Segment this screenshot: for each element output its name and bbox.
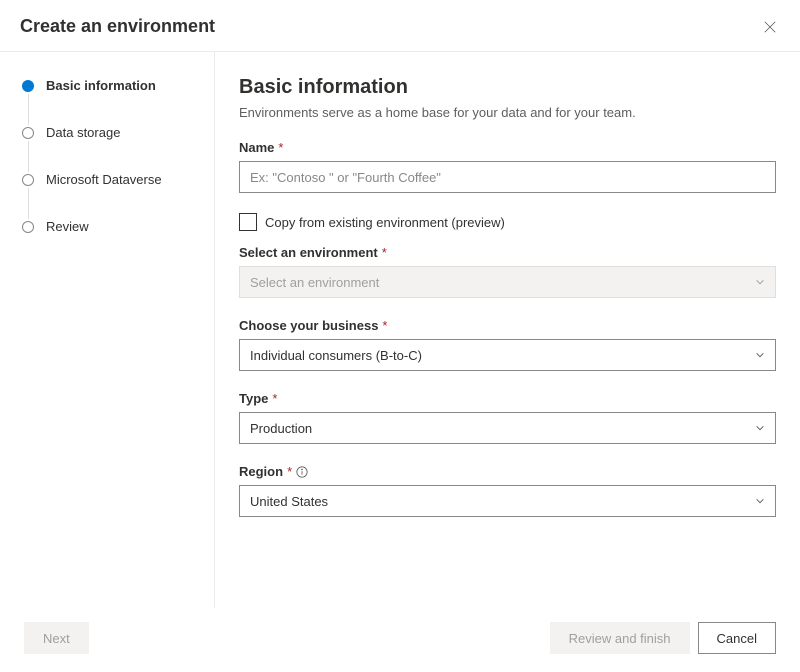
copy-from-existing-checkbox[interactable]: Copy from existing environment (preview): [239, 213, 776, 231]
section-subtitle: Environments serve as a home base for yo…: [239, 105, 776, 120]
required-asterisk: *: [272, 391, 277, 406]
step-marker-icon: [22, 80, 34, 92]
step-review[interactable]: Review: [22, 219, 198, 234]
dropdown-value: United States: [250, 494, 328, 509]
type-label: Type*: [239, 391, 776, 406]
chevron-down-icon: [755, 423, 765, 433]
checkbox-label: Copy from existing environment (preview): [265, 215, 505, 230]
name-label: Name*: [239, 140, 776, 155]
business-label: Choose your business*: [239, 318, 776, 333]
close-icon: [763, 20, 777, 34]
chevron-down-icon: [755, 277, 765, 287]
step-basic-information[interactable]: Basic information: [22, 78, 198, 125]
chevron-down-icon: [755, 496, 765, 506]
panel-title: Create an environment: [20, 16, 215, 37]
name-input[interactable]: [239, 161, 776, 193]
next-button: Next: [24, 622, 89, 654]
type-dropdown[interactable]: Production: [239, 412, 776, 444]
checkbox-icon: [239, 213, 257, 231]
required-asterisk: *: [278, 140, 283, 155]
review-and-finish-button: Review and finish: [550, 622, 690, 654]
chevron-down-icon: [755, 350, 765, 360]
cancel-button[interactable]: Cancel: [698, 622, 776, 654]
step-data-storage[interactable]: Data storage: [22, 125, 198, 172]
step-microsoft-dataverse[interactable]: Microsoft Dataverse: [22, 172, 198, 219]
wizard-steps-sidebar: Basic information Data storage Microsoft…: [0, 52, 215, 608]
dropdown-value: Individual consumers (B-to-C): [250, 348, 422, 363]
required-asterisk: *: [382, 245, 387, 260]
select-environment-dropdown: Select an environment: [239, 266, 776, 298]
step-label: Basic information: [46, 78, 156, 93]
business-dropdown[interactable]: Individual consumers (B-to-C): [239, 339, 776, 371]
step-marker-icon: [22, 174, 34, 186]
region-dropdown[interactable]: United States: [239, 485, 776, 517]
step-marker-icon: [22, 221, 34, 233]
section-heading: Basic information: [239, 76, 776, 99]
step-label: Microsoft Dataverse: [46, 172, 162, 187]
step-label: Review: [46, 219, 89, 234]
close-button[interactable]: [760, 17, 780, 37]
info-icon[interactable]: [296, 466, 308, 478]
dropdown-value: Select an environment: [250, 275, 379, 290]
dropdown-value: Production: [250, 421, 312, 436]
select-environment-label: Select an environment*: [239, 245, 776, 260]
step-marker-icon: [22, 127, 34, 139]
required-asterisk: *: [382, 318, 387, 333]
region-label: Region*: [239, 464, 776, 479]
step-label: Data storage: [46, 125, 120, 140]
required-asterisk: *: [287, 464, 292, 479]
